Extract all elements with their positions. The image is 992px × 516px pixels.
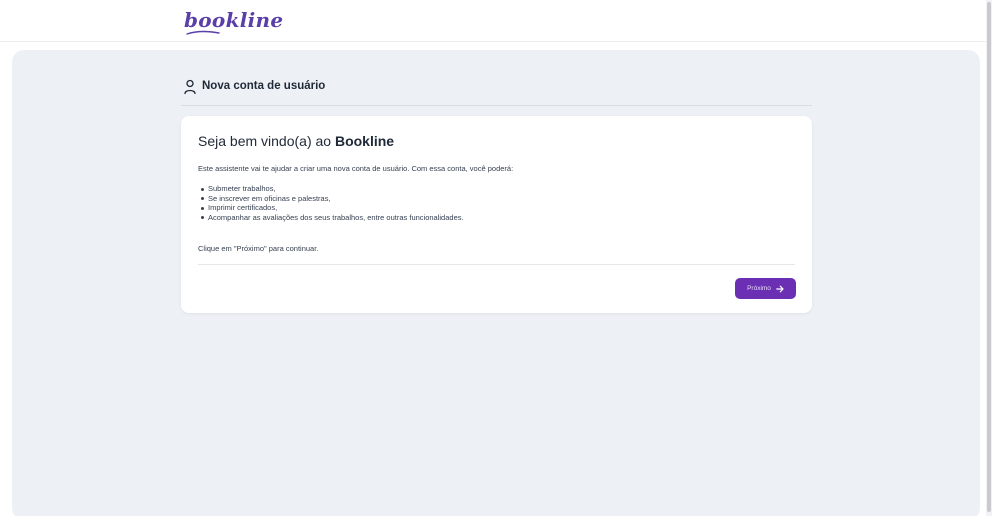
list-item: Se inscrever em oficinas e palestras, (198, 194, 464, 204)
list-item: Submeter trabalhos, (198, 184, 464, 194)
divider (198, 264, 795, 265)
scrollbar-thumb[interactable] (987, 2, 991, 512)
welcome-heading: Seja bem vindo(a) ao Bookline (198, 133, 394, 149)
section-header: Nova conta de usuário (181, 79, 812, 106)
list-item: Acompanhar as avaliações dos seus trabal… (198, 213, 464, 223)
bookline-logo[interactable]: bookline (184, 8, 283, 32)
section-title: Nova conta de usuário (202, 80, 326, 92)
feature-list: Submeter trabalhos, Se inscrever em ofic… (198, 184, 464, 222)
page-scrollbar[interactable] (986, 0, 992, 516)
list-item: Imprimir certificados, (198, 203, 464, 213)
welcome-brand: Bookline (334, 133, 395, 149)
intro-text: Este assistente vai te ajudar a criar um… (198, 164, 514, 173)
logo-swash-icon (186, 30, 220, 35)
next-button[interactable]: Próximo (735, 278, 796, 299)
welcome-card: Seja bem vindo(a) ao Bookline Este assis… (181, 116, 812, 313)
top-bar: bookline (0, 0, 992, 42)
welcome-prefix: Seja bem vindo(a) ao (198, 133, 335, 149)
continue-instruction: Clique em "Próximo" para continuar. (198, 244, 319, 253)
user-icon (184, 79, 196, 95)
next-button-label: Próximo (747, 285, 771, 292)
arrow-right-icon (776, 285, 784, 292)
